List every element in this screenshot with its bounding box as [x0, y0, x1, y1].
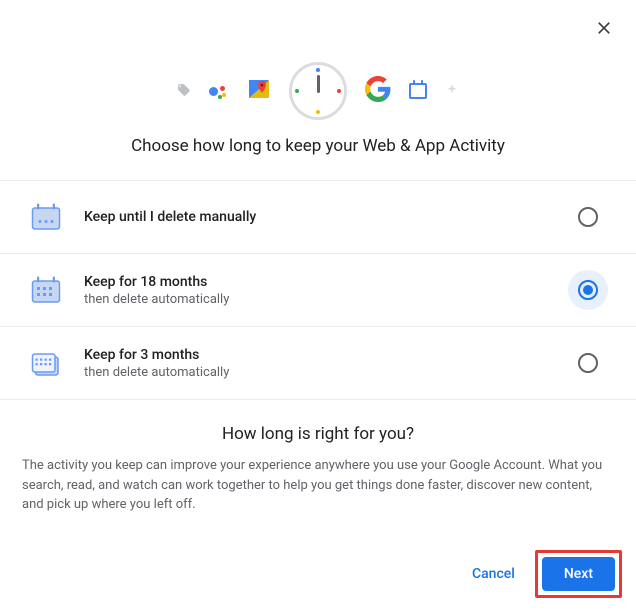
google-icon [365, 76, 391, 106]
radio-unchecked[interactable] [578, 207, 598, 227]
option-3-months[interactable]: Keep for 3 months then delete automatica… [0, 327, 636, 400]
radio-unchecked[interactable] [578, 353, 598, 373]
retention-options: Keep until I delete manually Keep for 18… [0, 180, 636, 400]
tag-icon [177, 82, 191, 101]
hero-icons [0, 0, 636, 130]
calendar-icon [409, 83, 427, 99]
explanation-section: How long is right for you? The activity … [0, 400, 636, 515]
clock-icon [289, 62, 347, 120]
close-icon[interactable] [594, 18, 614, 38]
explain-body: The activity you keep can improve your e… [22, 456, 614, 515]
next-highlight: Next [535, 550, 622, 598]
page-title: Choose how long to keep your Web & App A… [0, 136, 636, 156]
calendar-grid-icon [28, 272, 64, 308]
calendar-ellipsis-icon [28, 199, 64, 235]
assistant-icon [209, 81, 229, 101]
option-label: Keep for 3 months [84, 347, 548, 363]
sparkle-icon [445, 82, 459, 101]
option-18-months[interactable]: Keep for 18 months then delete automatic… [0, 254, 636, 327]
dialog-actions: Cancel Next [460, 550, 622, 598]
option-label: Keep for 18 months [84, 274, 548, 290]
calendar-stack-icon [28, 345, 64, 381]
option-manual-delete[interactable]: Keep until I delete manually [0, 181, 636, 254]
radio-checked[interactable] [578, 280, 598, 300]
explain-heading: How long is right for you? [22, 424, 614, 444]
option-label: Keep until I delete manually [84, 209, 548, 225]
option-sub: then delete automatically [84, 365, 548, 380]
next-button[interactable]: Next [542, 557, 615, 591]
option-sub: then delete automatically [84, 292, 548, 307]
cancel-button[interactable]: Cancel [460, 557, 527, 591]
maps-icon [247, 77, 271, 105]
